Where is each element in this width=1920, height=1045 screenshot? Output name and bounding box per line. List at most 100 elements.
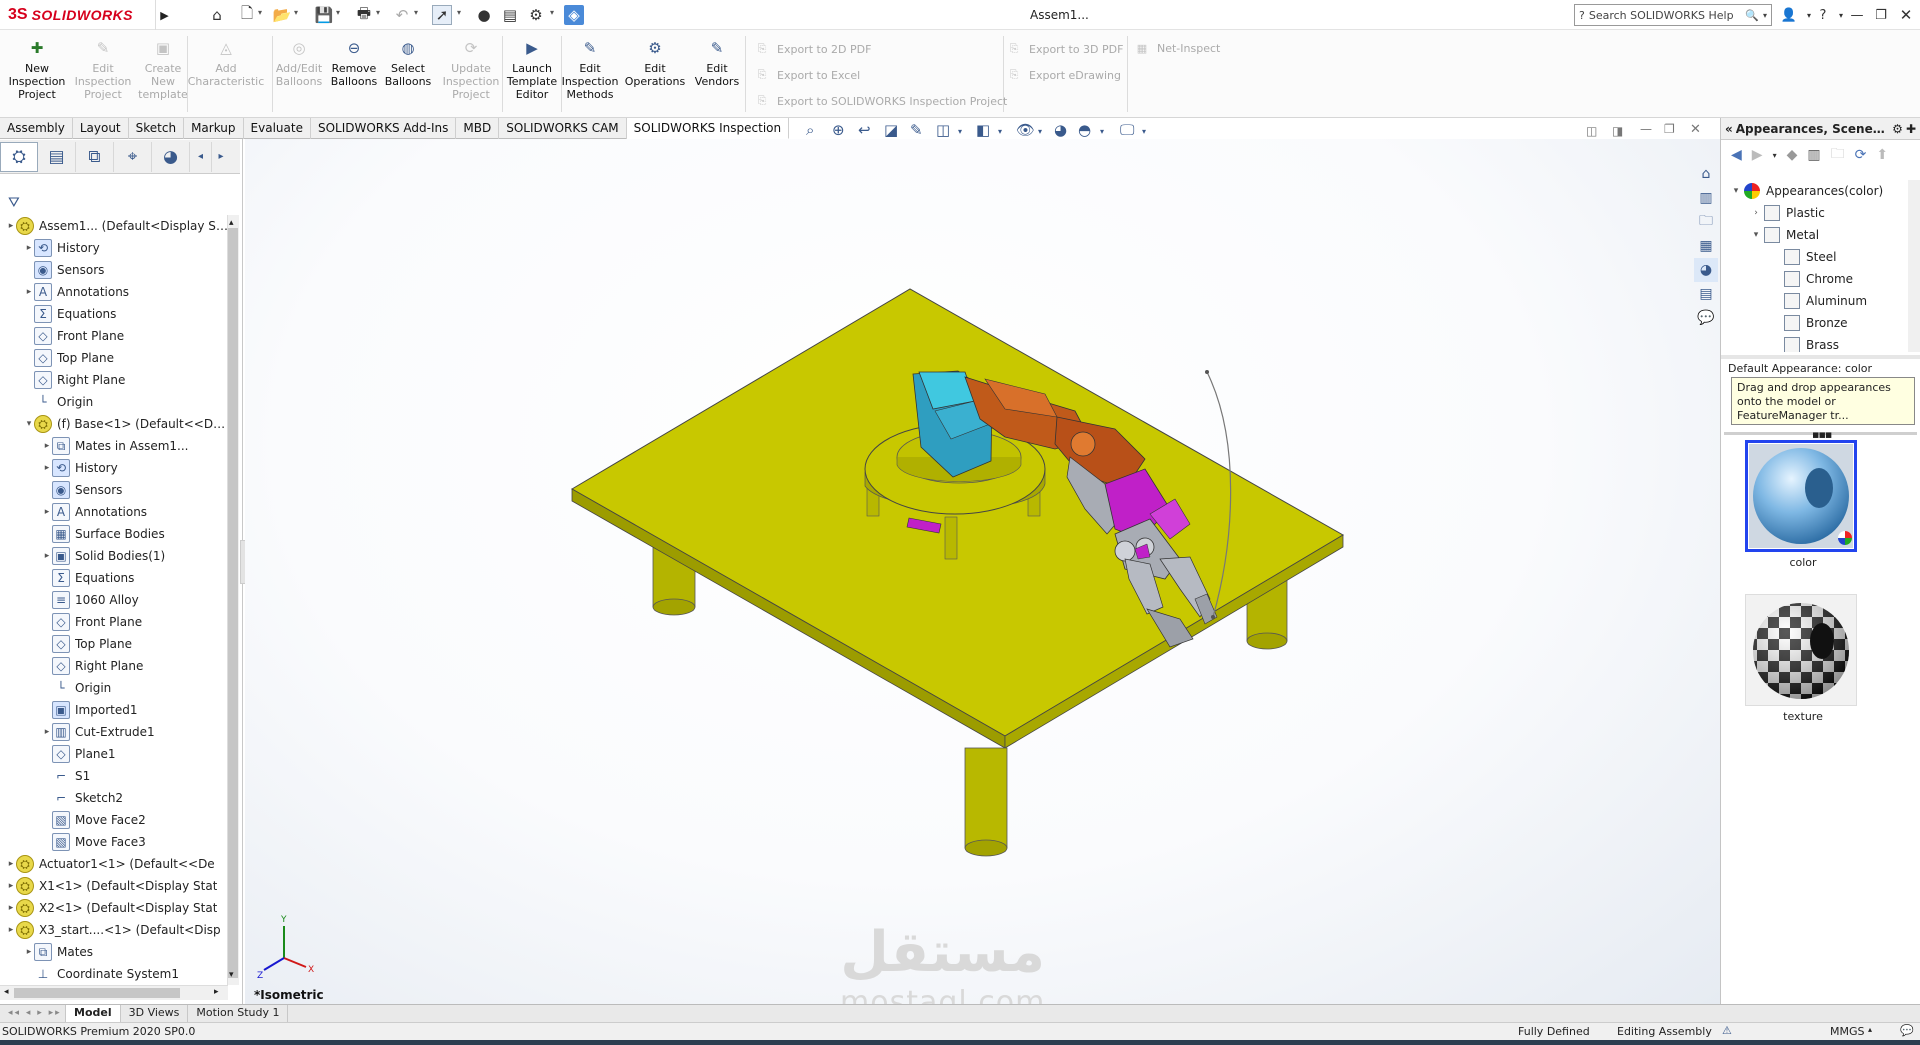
view-settings-dropdown-icon[interactable]: ▾ [1142, 127, 1146, 136]
expand-toggle-icon[interactable]: ▸ [42, 727, 52, 737]
restore-window-icon[interactable]: ❐ [1870, 4, 1892, 26]
file-properties-icon[interactable]: ▤ [500, 5, 520, 25]
tree-item[interactable]: ▸ ⛭ X3_start....<1> (Default<Disp [0, 919, 228, 941]
search-icon[interactable]: 🔍 [1745, 9, 1759, 22]
tree-item[interactable]: Σ Equations [0, 567, 228, 589]
tree-item[interactable]: └ Origin [0, 391, 228, 413]
solidworks-logo[interactable]: 3S SOLIDWORKS [8, 4, 133, 26]
open-dropdown-icon[interactable]: ▾ [294, 8, 298, 17]
tree-item[interactable]: ⌐ Sketch2 [0, 787, 228, 809]
tree-item[interactable]: ◉ Sensors [0, 259, 228, 281]
tree-item[interactable]: ▸ ⧉ Mates in Assem1... [0, 435, 228, 457]
tree-item[interactable]: ⌐ S1 [0, 765, 228, 787]
edit-inspection-methods-button[interactable]: ✎ Edit Inspection Methods [562, 38, 619, 114]
3dexperience-icon[interactable]: ◈ [564, 5, 584, 25]
update-inspection-project-button[interactable]: ⟳ Update Inspection Project [442, 38, 500, 114]
export-excel-button[interactable]: ⎘ Export to Excel [755, 68, 861, 82]
appearances-tree-scrollbar[interactable] [1908, 180, 1920, 352]
viewport-link-icon[interactable]: ◨ [1612, 124, 1623, 138]
unit-dropdown-icon[interactable]: ▴ [1868, 1025, 1872, 1034]
tree-item[interactable]: ≡ 1060 Alloy [0, 589, 228, 611]
export-2d-pdf-button[interactable]: ⎘ Export to 2D PDF [755, 42, 872, 56]
tree-item[interactable]: ◇ Top Plane [0, 633, 228, 655]
tree-item[interactable]: └ Origin [0, 677, 228, 699]
tab-mbd[interactable]: MBD [456, 118, 500, 139]
apply-scene-dropdown-icon[interactable]: ▾ [1100, 127, 1104, 136]
add-location-icon[interactable]: ◆ [1787, 147, 1798, 163]
tab-solidworks-cam[interactable]: SOLIDWORKS CAM [499, 118, 627, 139]
appearance-thumbnail-texture[interactable] [1745, 594, 1857, 706]
home-icon[interactable]: ⌂ [207, 5, 227, 25]
tab-layout[interactable]: Layout [73, 118, 129, 139]
appearance-tree-item[interactable]: Chrome [1728, 268, 1913, 290]
menu-expand-icon[interactable]: ▶ [155, 0, 173, 30]
tree-item[interactable]: ◇ Plane1 [0, 743, 228, 765]
display-style-icon[interactable]: ◧ [976, 121, 990, 139]
tree-item[interactable]: ▸ ⛭ X1<1> (Default<Display Stat [0, 875, 228, 897]
new-dropdown-icon[interactable]: ▾ [258, 8, 262, 17]
tree-item[interactable]: ▸ ⛭ X2<1> (Default<Display Stat [0, 897, 228, 919]
create-new-template-button[interactable]: ▣ Create New template [134, 38, 192, 114]
appearance-tree-item[interactable]: › Plastic [1728, 202, 1913, 224]
tree-item[interactable]: ▸ ▥ Cut-Extrude1 [0, 721, 228, 743]
help-search-box[interactable]: ? Search SOLIDWORKS Help 🔍 ▾ [1574, 4, 1772, 26]
expand-toggle-icon[interactable]: › [1748, 208, 1764, 218]
open-icon[interactable]: 📂 [272, 5, 292, 25]
appearance-tree-item[interactable]: ▾ Appearances(color) [1728, 180, 1913, 202]
hide-show-items-icon[interactable]: 👁 [1016, 121, 1035, 139]
save-icon[interactable]: 💾 [314, 5, 334, 25]
select-dropdown-icon[interactable]: ▾ [457, 8, 461, 17]
tree-item[interactable]: ▾ ⛭ (f) Base<1> (Default<<Defau [0, 413, 228, 435]
tree-item[interactable]: ◇ Right Plane [0, 369, 228, 391]
expand-toggle-icon[interactable]: ▸ [42, 507, 52, 517]
tree-item[interactable]: ▧ Move Face2 [0, 809, 228, 831]
expand-toggle-icon[interactable]: ▸ [24, 243, 34, 253]
add-edit-balloons-button[interactable]: ◎ Add/Edit Balloons [272, 38, 326, 114]
export-inspection-project-button[interactable]: ⎘ Export to SOLIDWORKS Inspection Project [755, 94, 1008, 108]
tree-item[interactable]: ◉ Sensors [0, 479, 228, 501]
graphics-area[interactable] [245, 139, 1720, 1005]
edit-operations-button[interactable]: ⚙ Edit Operations [625, 38, 685, 114]
launch-template-editor-button[interactable]: ▶ Launch Template Editor [505, 38, 559, 114]
view-palette-icon[interactable]: ▦ [1694, 234, 1718, 258]
undo-dropdown-icon[interactable]: ▾ [414, 8, 418, 17]
property-manager-tab-icon[interactable]: ▤ [38, 141, 76, 172]
minimize-window-icon[interactable]: — [1846, 4, 1868, 26]
tree-item[interactable]: ⊥ Coordinate System1 [0, 963, 228, 985]
tree-item[interactable]: ▸ A Annotations [0, 501, 228, 523]
forum-icon[interactable]: 💬 [1694, 306, 1718, 330]
appearance-tree-item[interactable]: Brass [1728, 334, 1913, 352]
tab-markup[interactable]: Markup [184, 118, 244, 139]
tree-item[interactable]: ▸ ⛭ Actuator1<1> (Default<<De [0, 853, 228, 875]
new-inspection-project-button[interactable]: ✚ New Inspection Project [8, 38, 66, 114]
hide-show-dropdown-icon[interactable]: ▾ [1038, 127, 1042, 136]
appearance-tree-item[interactable]: Aluminum [1728, 290, 1913, 312]
new-document-icon[interactable]: 🗋 [237, 4, 257, 25]
tree-item[interactable]: ▸ ⟲ History [0, 237, 228, 259]
assembly-model[interactable] [245, 139, 1720, 1005]
task-pane-splitter[interactable] [1721, 355, 1920, 359]
dynamic-annotation-icon[interactable]: ✎ [910, 121, 923, 139]
rebuild-icon[interactable]: ⚠ [1722, 1024, 1732, 1037]
select-balloons-button[interactable]: ◍ Select Balloons [381, 38, 435, 114]
export-3d-pdf-button[interactable]: ⎘ Export to 3D PDF [1007, 42, 1124, 56]
expand-toggle-icon[interactable]: ▸ [42, 551, 52, 561]
search-input[interactable]: Search SOLIDWORKS Help [1589, 9, 1741, 22]
dimxpert-tab-icon[interactable]: ⌖ [114, 141, 152, 172]
viewport-minimize-icon[interactable]: — [1640, 122, 1652, 136]
undo-icon[interactable]: ↶ [392, 5, 412, 25]
solidworks-resources-icon[interactable]: ⌂ [1694, 162, 1718, 186]
tree-item[interactable]: ▸ ⧉ Mates [0, 941, 228, 963]
expand-toggle-icon[interactable]: ▾ [24, 419, 34, 429]
message-icon[interactable]: 💬 [1900, 1024, 1914, 1037]
expand-toggle-icon[interactable]: ▸ [42, 441, 52, 451]
remove-balloons-button[interactable]: ⊖ Remove Balloons [327, 38, 381, 114]
zoom-to-fit-icon[interactable]: ⌕ [806, 121, 814, 139]
pane-settings-icon[interactable]: ⚙ [1892, 122, 1903, 136]
print-dropdown-icon[interactable]: ▾ [376, 8, 380, 17]
feature-tree-hscroll-thumb[interactable] [14, 988, 180, 998]
select-pointer-icon[interactable]: ➚ [432, 5, 452, 25]
up-level-icon[interactable]: ⬆ [1876, 147, 1888, 163]
print-icon[interactable]: 🖶 [354, 4, 374, 25]
refresh-icon[interactable]: ⟳ [1855, 147, 1867, 163]
